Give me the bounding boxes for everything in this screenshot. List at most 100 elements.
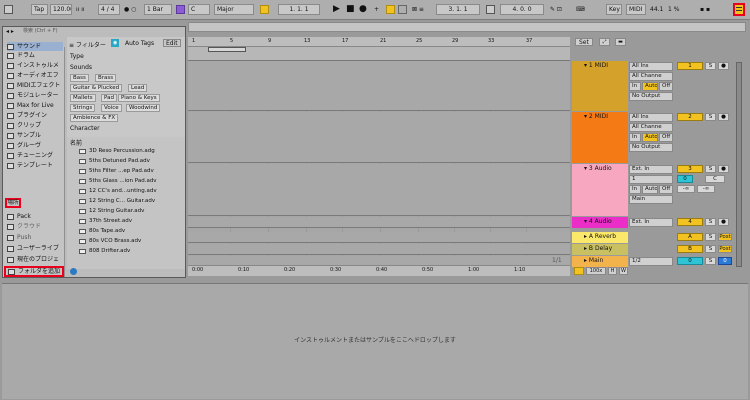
auto-tags-toggle[interactable]: ◉	[111, 39, 120, 47]
track-header[interactable]: ▾ 3 Audio	[572, 164, 628, 216]
track-header[interactable]: ▾ 4 Audio	[572, 217, 628, 228]
post-button[interactable]: Post	[718, 245, 732, 253]
sidebar-item-plugins[interactable]: プラグイン	[7, 111, 47, 120]
track-activator[interactable]: A	[677, 233, 703, 241]
sidebar-item-cloud[interactable]: クラウド	[7, 222, 41, 231]
tag-voice[interactable]: Voice	[101, 104, 122, 112]
detail-view[interactable]: インストゥルメントまたはサンプルをここへドロップします	[2, 283, 748, 399]
sidebar-item-modulators[interactable]: モジュレーター	[7, 91, 58, 100]
sidebar-item-user-library[interactable]: ユーザーライブ	[7, 244, 59, 253]
track-activator[interactable]: 2	[677, 113, 703, 121]
input-type-select[interactable]: All Ins	[629, 113, 673, 122]
type-section[interactable]: Type	[70, 53, 84, 60]
back-to-arrangement-icon[interactable]	[398, 5, 407, 14]
quantize-select[interactable]: 1 Bar	[144, 4, 172, 15]
metronome-icon[interactable]: ıı ıı	[76, 5, 85, 14]
arm-icon[interactable]: ●	[718, 218, 729, 226]
sidebar-item-current-project[interactable]: 現在のプロジェ	[7, 255, 59, 264]
automation-arm-icon[interactable]	[386, 5, 395, 14]
solo-button[interactable]: S	[705, 233, 716, 241]
sidebar-item-tunings[interactable]: チューニング	[7, 151, 53, 160]
list-item[interactable]: 80s VCO Brass.adv	[79, 237, 141, 246]
midi-map-button[interactable]: MIDI	[626, 4, 646, 15]
monitor-in[interactable]: In	[629, 82, 641, 91]
tap-button[interactable]: Tap	[31, 4, 48, 15]
track-lane[interactable]	[188, 61, 570, 111]
volume-field[interactable]: 0	[677, 175, 693, 183]
sidebar-item-samples[interactable]: サンプル	[7, 131, 41, 140]
list-item[interactable]: 12 String Guitar.adv	[79, 207, 144, 216]
sidebar-item-audio-effects[interactable]: オーディオエフ	[7, 71, 59, 80]
sidebar-item-instruments[interactable]: インストゥルメ	[7, 61, 59, 70]
time-signature-field[interactable]: 4 / 4	[98, 4, 120, 15]
monitor-off[interactable]: Off	[659, 185, 673, 194]
track-lane[interactable]	[188, 244, 570, 255]
input-type-select[interactable]: All Ins	[629, 62, 673, 71]
search-input[interactable]: 検索 (Ctrl + F)	[23, 27, 67, 35]
play-icon[interactable]: ▶	[333, 5, 340, 14]
follow-icon[interactable]	[176, 5, 185, 14]
sidebar-item-drums[interactable]: ドラム	[7, 51, 35, 60]
track-lane[interactable]	[188, 112, 570, 163]
record-icon[interactable]: ●	[359, 5, 367, 14]
list-item[interactable]: 5ths Filter ...ep Pad.adv	[79, 167, 154, 176]
solo-button[interactable]: S	[705, 257, 716, 265]
overdub-icon[interactable]: +	[374, 5, 379, 14]
browser-nav-icon[interactable]: ◂ ▸	[6, 28, 14, 35]
sidebar-item-midi-effects[interactable]: MIDIエフェクト	[7, 81, 60, 90]
list-item[interactable]: 12 CC's and...unting.adv	[79, 187, 157, 196]
capture-icon[interactable]: ⊠ ≡	[412, 5, 424, 14]
track-activator[interactable]: 0	[677, 257, 703, 265]
keyboard-icon[interactable]: ⌨	[576, 5, 585, 14]
output-select[interactable]: No Output	[629, 143, 673, 152]
monitor-auto[interactable]: Auto	[642, 133, 658, 142]
sidebar-item-grooves[interactable]: グルーヴ	[7, 141, 41, 150]
scale-select[interactable]: Major	[214, 4, 254, 15]
collapse-icon[interactable]: ▬	[615, 38, 626, 46]
arm-icon[interactable]: ●	[718, 62, 729, 70]
tag-lead[interactable]: Lead	[128, 84, 148, 92]
zoom-icon[interactable]	[574, 267, 584, 275]
monitor-in[interactable]: In	[629, 185, 641, 194]
send-b[interactable]: -∞	[697, 185, 715, 193]
tag-ambience[interactable]: Ambience & FX	[70, 114, 119, 122]
sidebar-item-max-for-live[interactable]: Max for Live	[7, 101, 54, 110]
list-item[interactable]: 12 String C... Guitar.adv	[79, 197, 155, 206]
volume-field[interactable]: 0	[718, 257, 732, 265]
tag-strings[interactable]: Strings	[70, 104, 96, 112]
draw-mode-icon[interactable]: ✎ ⊡	[550, 5, 562, 14]
input-channel-select[interactable]: 1	[629, 175, 673, 184]
track-header[interactable]: ▾ 1 MIDI	[572, 61, 628, 111]
output-select[interactable]: 1/2	[629, 257, 673, 266]
tag-piano[interactable]: Piano & Keys	[118, 94, 160, 102]
monitor-off[interactable]: Off	[659, 133, 673, 142]
zoom-field[interactable]: 100x	[586, 267, 606, 275]
tag-guitar[interactable]: Guitar & Plucked	[70, 84, 123, 92]
loop-length-field[interactable]: 4. 0. 0	[500, 4, 544, 15]
tag-pad[interactable]: Pad	[101, 94, 117, 102]
pan-field[interactable]: C	[705, 175, 725, 183]
key-select[interactable]: C	[188, 4, 210, 15]
solo-button[interactable]: S	[705, 245, 716, 253]
metronome-toggle-icon[interactable]: ● ○	[124, 5, 136, 14]
track-lane[interactable]	[188, 164, 570, 216]
track-header[interactable]: ▸ Main	[572, 256, 628, 267]
solo-button[interactable]: S	[705, 165, 716, 173]
list-item[interactable]: 37th Street.adv	[79, 217, 132, 226]
track-activator[interactable]: 1	[677, 62, 703, 70]
link-icon[interactable]	[4, 5, 13, 14]
list-item[interactable]: 5ths Detuned Pad.adv	[79, 157, 150, 166]
tag-mallets[interactable]: Mallets	[70, 94, 96, 102]
tag-bass[interactable]: Bass	[70, 74, 89, 82]
edit-button[interactable]: Edit	[163, 39, 181, 47]
input-channel-select[interactable]: All Channe	[629, 123, 673, 132]
sidebar-item-push[interactable]: Push	[7, 233, 31, 242]
solo-button[interactable]: S	[705, 113, 716, 121]
monitor-off[interactable]: Off	[659, 82, 673, 91]
arm-icon[interactable]: ●	[718, 165, 729, 173]
input-channel-select[interactable]: All Channe	[629, 72, 673, 81]
tag-brass[interactable]: Brass	[95, 74, 117, 82]
monitor-auto[interactable]: Auto	[642, 185, 658, 194]
tempo-field[interactable]: 120.00	[50, 4, 72, 15]
menu-icon[interactable]	[733, 3, 745, 16]
